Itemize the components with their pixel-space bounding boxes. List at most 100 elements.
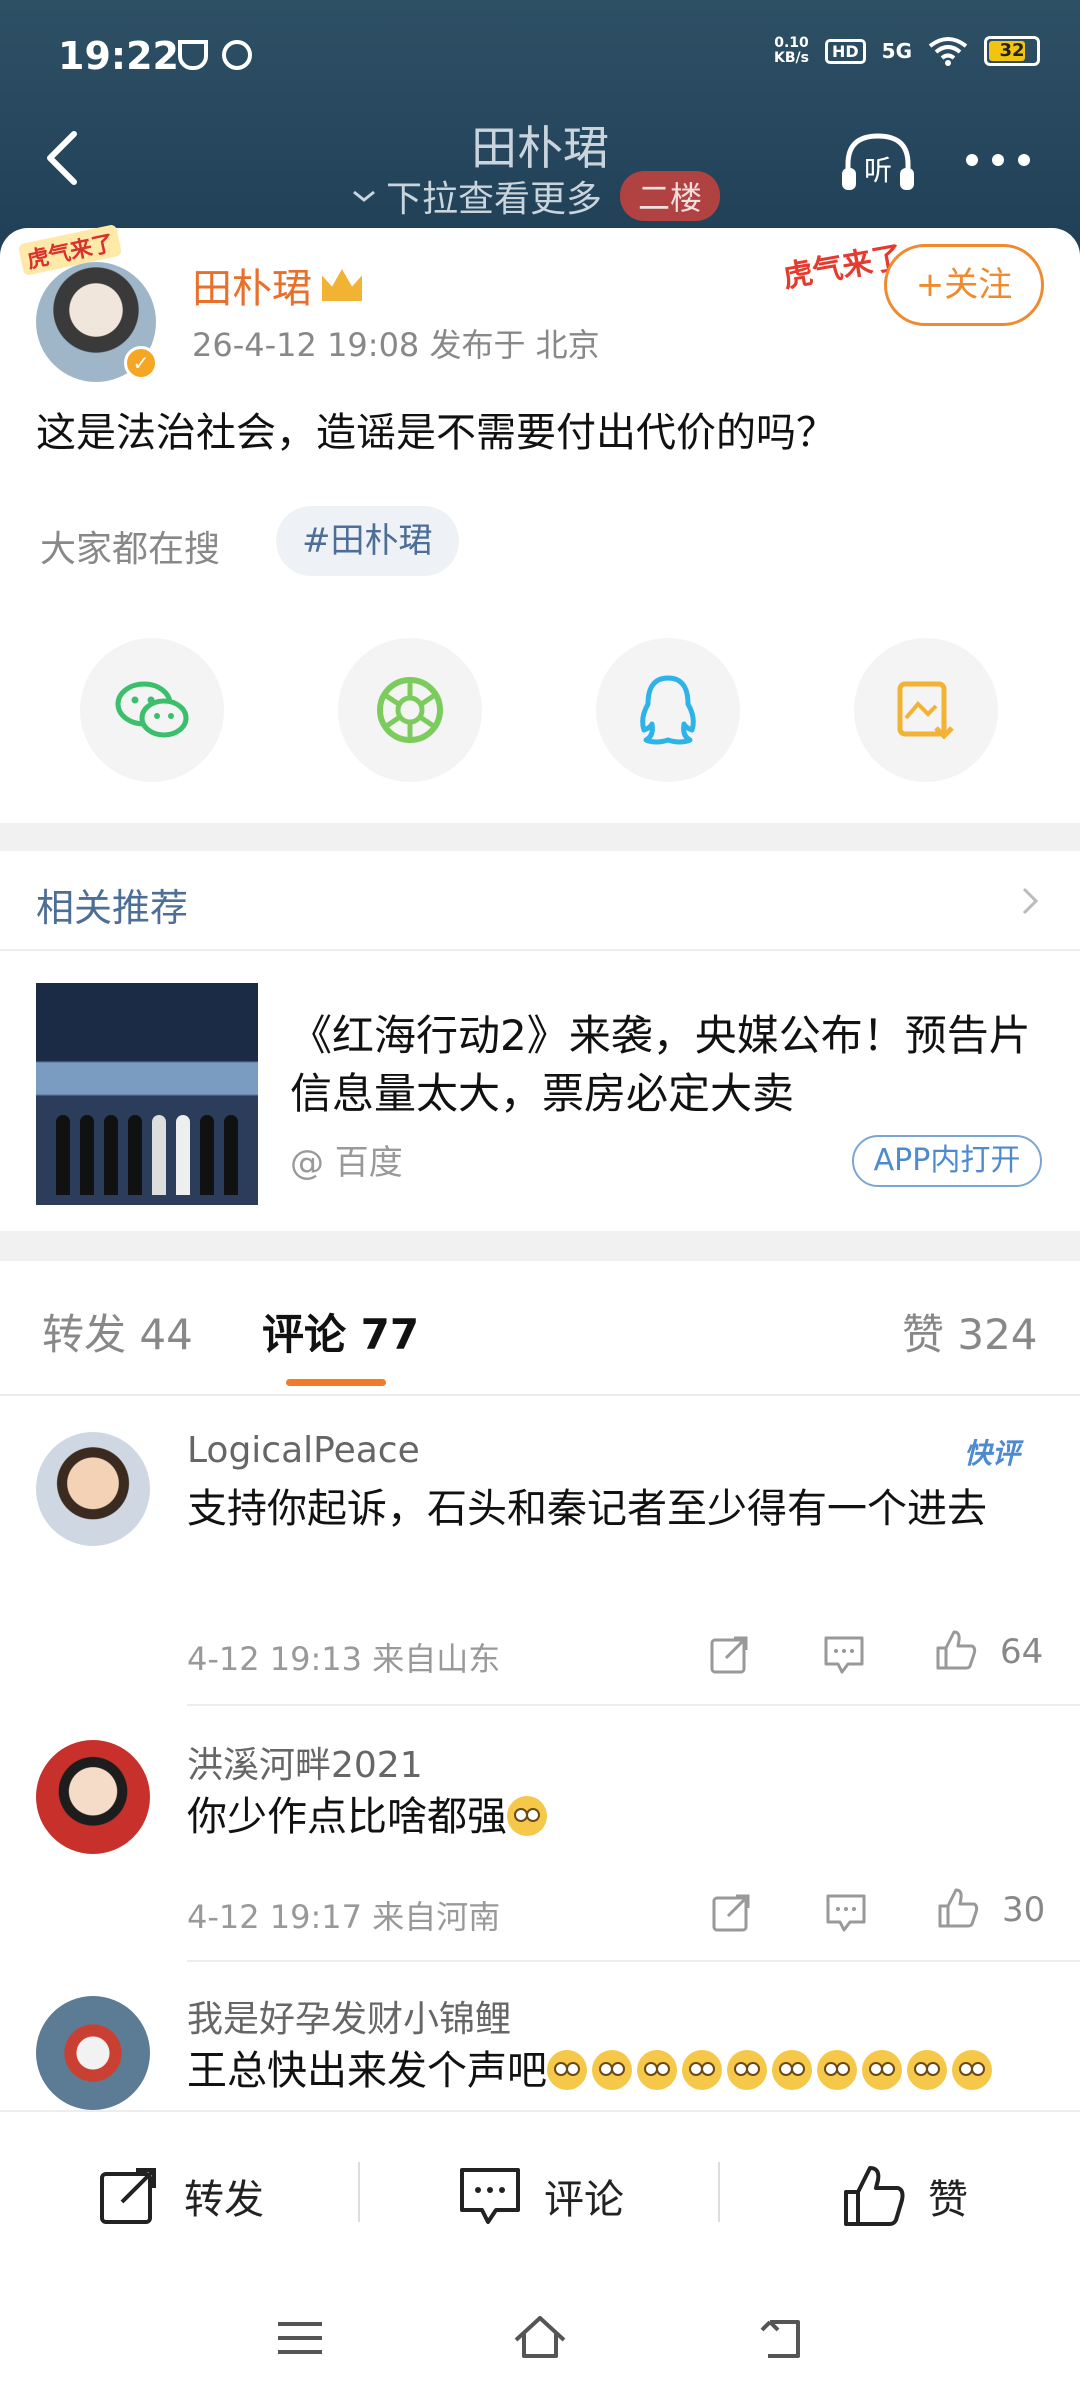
reply-icon[interactable] (824, 1890, 868, 1934)
bar-separator (718, 2162, 720, 2222)
search-label: 大家都在搜 (40, 529, 221, 570)
comment-item: LogicalPeace 支持你起诉，石头和秦记者至少得有一个进去 4-12 1… (0, 1396, 1080, 1706)
tab-likes[interactable]: 赞 324 (902, 1301, 1038, 1362)
menu-icon[interactable] (270, 2308, 330, 2368)
comment-icon (460, 2168, 520, 2224)
system-nav-bar (0, 2280, 1080, 2400)
share-wechat-button[interactable] (80, 638, 224, 782)
comment-meta: 4-12 19:13 来自山东 (187, 1640, 501, 1678)
moments-icon (377, 677, 443, 743)
related-header[interactable]: 相关推荐 (0, 851, 1080, 951)
commenter-name[interactable]: 我是好孕发财小锦鲤 (187, 1990, 511, 2042)
commenter-avatar[interactable] (36, 1432, 150, 1546)
save-image-icon (897, 681, 954, 740)
related-thumbnail (36, 983, 258, 1205)
flushed-emoji-icon (547, 2050, 587, 2090)
bottom-like-button[interactable]: 赞 (840, 2162, 968, 2230)
interaction-tabs: 转发 44 评论 77 赞 324 (0, 1261, 1080, 1396)
net-speed-unit: KB/s (774, 50, 809, 66)
bottom-comment-button[interactable]: 评论 (456, 2162, 624, 2230)
author-avatar[interactable]: ✓ (36, 262, 158, 382)
repost-icon[interactable] (708, 1632, 752, 1676)
listen-headphone-icon[interactable]: 听 (838, 128, 918, 198)
follow-button[interactable]: +关注 (884, 244, 1044, 326)
related-item-title: 《红海行动2》来袭，央媒公布！预告片信息量太大，票房必定大卖 (290, 1011, 1031, 1118)
section-divider (0, 1231, 1080, 1261)
flushed-emoji-icon (682, 2050, 722, 2090)
comment-meta: 4-12 19:17 来自河南 (187, 1898, 501, 1936)
laugh-cry-emoji-icon (507, 1796, 547, 1836)
hd-icon: HD (824, 38, 866, 64)
post-card: ✓ 虎气来了 田朴珺 26-4-12 19:08 发布于 北京 虎气来了 +关注… (0, 223, 1080, 823)
more-menu-icon[interactable] (966, 154, 1030, 166)
flushed-emoji-icon (637, 2050, 677, 2090)
like-count: 30 (1002, 1890, 1046, 1930)
commenter-name[interactable]: LogicalPeace (187, 1430, 420, 1471)
bar-separator (358, 2162, 360, 2222)
search-notify-icon (222, 40, 252, 70)
share-row (0, 638, 1080, 788)
net-speed-value: 0.10 (774, 35, 809, 51)
flushed-emoji-icon (592, 2050, 632, 2090)
comment-text-content: 王总快出来发个声吧 (187, 2048, 547, 2094)
tab-comments[interactable]: 评论 77 (262, 1301, 419, 1362)
related-item[interactable]: 《红海行动2》来袭，央媒公布！预告片信息量太大，票房必定大卖 @ 百度 APP内… (0, 951, 1080, 1231)
bottom-like-label: 赞 (928, 2177, 968, 2223)
home-icon[interactable] (510, 2308, 570, 2368)
bottom-repost-label: 转发 (184, 2177, 264, 2223)
like-icon[interactable] (934, 1628, 978, 1672)
flushed-emoji-icon (817, 2050, 857, 2090)
author-name-text: 田朴珺 (192, 266, 312, 312)
post-meta: 26-4-12 19:08 发布于 北京 (192, 326, 600, 364)
active-tab-indicator (286, 1379, 386, 1386)
comment-item: 洪溪河畔2021 你少作点比啥都强 4-12 19:17 来自河南 30 (0, 1706, 1080, 1962)
chevron-down-icon (353, 190, 375, 202)
hashtag-chip[interactable]: #田朴珺 (276, 506, 459, 576)
nav-title: 田朴珺 (471, 121, 609, 175)
wechat-icon (115, 681, 189, 738)
bottom-repost-button[interactable]: 转发 (96, 2162, 264, 2230)
share-qq-button[interactable] (596, 638, 740, 782)
flushed-emoji-icon (952, 2050, 992, 2090)
share-moments-button[interactable] (338, 638, 482, 782)
post-text: 这是法治社会，造谣是不需要付出代价的吗？ (36, 410, 836, 456)
save-image-button[interactable] (854, 638, 998, 782)
open-in-app-button[interactable]: APP内打开 (852, 1135, 1042, 1187)
svg-text:听: 听 (864, 154, 892, 187)
verified-badge-icon: ✓ (124, 346, 158, 380)
commenter-avatar[interactable] (36, 1740, 150, 1854)
comment-text-content: 你少作点比啥都强 (187, 1794, 507, 1840)
flushed-emoji-icon (772, 2050, 812, 2090)
repost-icon[interactable] (710, 1890, 754, 1934)
bottom-action-bar: 转发 评论 赞 (0, 2110, 1080, 2280)
net-speed: 0.10 KB/s (774, 36, 809, 66)
tab-repost[interactable]: 转发 44 (42, 1301, 193, 1362)
pull-down-hint[interactable]: 下拉查看更多 二楼 (350, 170, 721, 222)
nav-bar: 田朴珺 下拉查看更多 二楼 听 (0, 110, 1080, 230)
bottom-comment-label: 评论 (544, 2177, 624, 2223)
author-name[interactable]: 田朴珺 (192, 256, 362, 314)
related-title: 相关推荐 (36, 886, 189, 930)
chevron-right-icon (1022, 887, 1039, 915)
commenter-name[interactable]: 洪溪河畔2021 (187, 1736, 423, 1788)
signal-icon: 5G (881, 39, 912, 63)
like-icon (844, 2166, 905, 2226)
section-divider (0, 823, 1080, 851)
reply-icon[interactable] (822, 1632, 866, 1676)
qq-icon (640, 675, 696, 745)
comment-text: 王总快出来发个声吧 (187, 2042, 1047, 2100)
notification-icon (178, 40, 208, 70)
commenter-avatar[interactable] (36, 1996, 150, 2110)
wifi-icon (928, 37, 968, 66)
pull-down-text: 下拉查看更多 (386, 179, 603, 220)
comment-text: 你少作点比啥都强 (187, 1788, 1047, 1846)
flushed-emoji-icon (727, 2050, 767, 2090)
flushed-emoji-icon (907, 2050, 947, 2090)
like-count: 64 (1000, 1632, 1044, 1672)
floor-badge[interactable]: 二楼 (620, 171, 721, 221)
back-icon[interactable] (752, 2308, 812, 2368)
battery-level: 32 (999, 40, 1025, 61)
status-bar: 19:22 0.10 KB/s HD 5G 32 (0, 0, 1080, 110)
battery-icon: 32 (984, 36, 1040, 66)
like-icon[interactable] (936, 1886, 980, 1930)
